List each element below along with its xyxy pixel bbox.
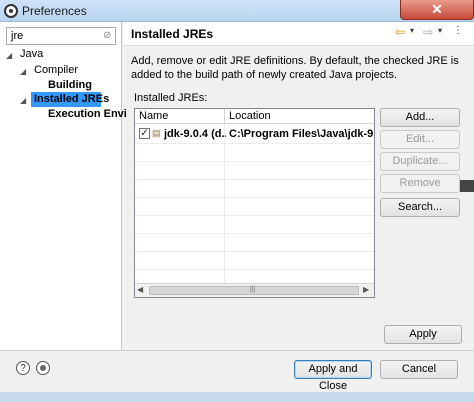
scroll-right-icon[interactable]: ▶: [363, 285, 369, 294]
apply-and-close-button[interactable]: Apply and Close: [294, 360, 372, 392]
import-export-icon[interactable]: [36, 361, 50, 375]
back-arrow-icon[interactable]: ⇦: [395, 25, 409, 39]
column-header-name[interactable]: Name: [139, 110, 168, 122]
scroll-left-icon[interactable]: ◀: [137, 285, 143, 294]
row-gridline: [135, 215, 374, 216]
clear-filter-icon[interactable]: ⊘: [103, 30, 113, 42]
view-menu-icon[interactable]: ⋮: [453, 25, 463, 36]
add-button[interactable]: Add...: [380, 108, 460, 127]
filter-input-value: jre: [11, 30, 24, 42]
edit-button[interactable]: Edit...: [380, 130, 460, 149]
tree-expand-java-icon[interactable]: ◢: [6, 51, 12, 60]
tree-item-compiler[interactable]: Compiler: [34, 64, 78, 76]
footer-divider: [0, 350, 474, 351]
row-gridline: [135, 233, 374, 234]
tree-expand-installed-jres-icon[interactable]: ◢: [20, 96, 26, 105]
row-gridline: [135, 269, 374, 270]
window-title: Preferences: [22, 4, 87, 18]
page-header: Installed JREs ⇦ ▾ ⇨ ▾ ⋮: [123, 22, 474, 46]
row-gridline: [135, 143, 374, 144]
scrollbar-grip-icon: |||: [250, 286, 256, 293]
resize-handle[interactable]: [460, 180, 474, 192]
back-dropdown-icon[interactable]: ▾: [410, 26, 414, 35]
tree-expand-compiler-icon[interactable]: ◢: [20, 67, 26, 76]
column-divider[interactable]: [224, 109, 225, 124]
forward-dropdown-icon[interactable]: ▾: [438, 26, 442, 35]
apply-button[interactable]: Apply: [384, 325, 462, 344]
scrollbar-thumb[interactable]: |||: [149, 286, 359, 295]
horizontal-scrollbar[interactable]: ◀ ||| ▶: [135, 283, 374, 297]
title-bar: Preferences ✕: [0, 0, 474, 22]
page-title: Installed JREs: [131, 27, 214, 41]
column-header-location[interactable]: Location: [229, 110, 271, 122]
cancel-button[interactable]: Cancel: [380, 360, 458, 379]
tree-item-installed-jres[interactable]: Installed JREs: [34, 93, 109, 105]
page-description: Add, remove or edit JRE definitions. By …: [131, 55, 459, 81]
row-gridline: [135, 197, 374, 198]
window-close-button[interactable]: ✕: [400, 0, 474, 20]
preference-tree-panel: jre ⊘ ◢ Java ◢ Compiler Building ◢ Insta…: [0, 22, 127, 350]
search-button[interactable]: Search...: [380, 198, 460, 217]
jre-name-cell: jdk-9.0.4 (d...: [164, 128, 226, 140]
default-jre-checkbox[interactable]: ✓: [139, 128, 150, 139]
remove-button[interactable]: Remove: [380, 174, 460, 193]
tree-item-building[interactable]: Building: [48, 79, 92, 91]
filter-input[interactable]: jre ⊘: [6, 27, 116, 45]
table-row[interactable]: ✓ ▤ jdk-9.0.4 (d... C:\Program Files\Jav…: [135, 125, 374, 143]
tree-item-java[interactable]: Java: [20, 48, 43, 60]
column-gridline: [224, 124, 225, 286]
duplicate-button[interactable]: Duplicate...: [380, 152, 460, 171]
help-icon[interactable]: ?: [16, 361, 30, 375]
row-gridline: [135, 179, 374, 180]
installed-jres-label: Installed JREs:: [134, 92, 208, 104]
forward-arrow-icon[interactable]: ⇨: [423, 25, 437, 39]
jre-location-cell: C:\Program Files\Java\jdk-9.0.4: [229, 128, 374, 140]
tree-item-execution-environments[interactable]: Execution Envi: [48, 108, 127, 120]
row-gridline: [135, 161, 374, 162]
row-gridline: [135, 251, 374, 252]
table-header: Name Location: [135, 109, 374, 124]
installed-jres-table[interactable]: Name Location ✓ ▤ jdk-9.0.4 (d... C:\Pro…: [134, 108, 375, 298]
jre-library-icon: ▤: [152, 128, 161, 138]
window-bottom-edge: [0, 392, 474, 402]
app-icon: [4, 4, 18, 18]
